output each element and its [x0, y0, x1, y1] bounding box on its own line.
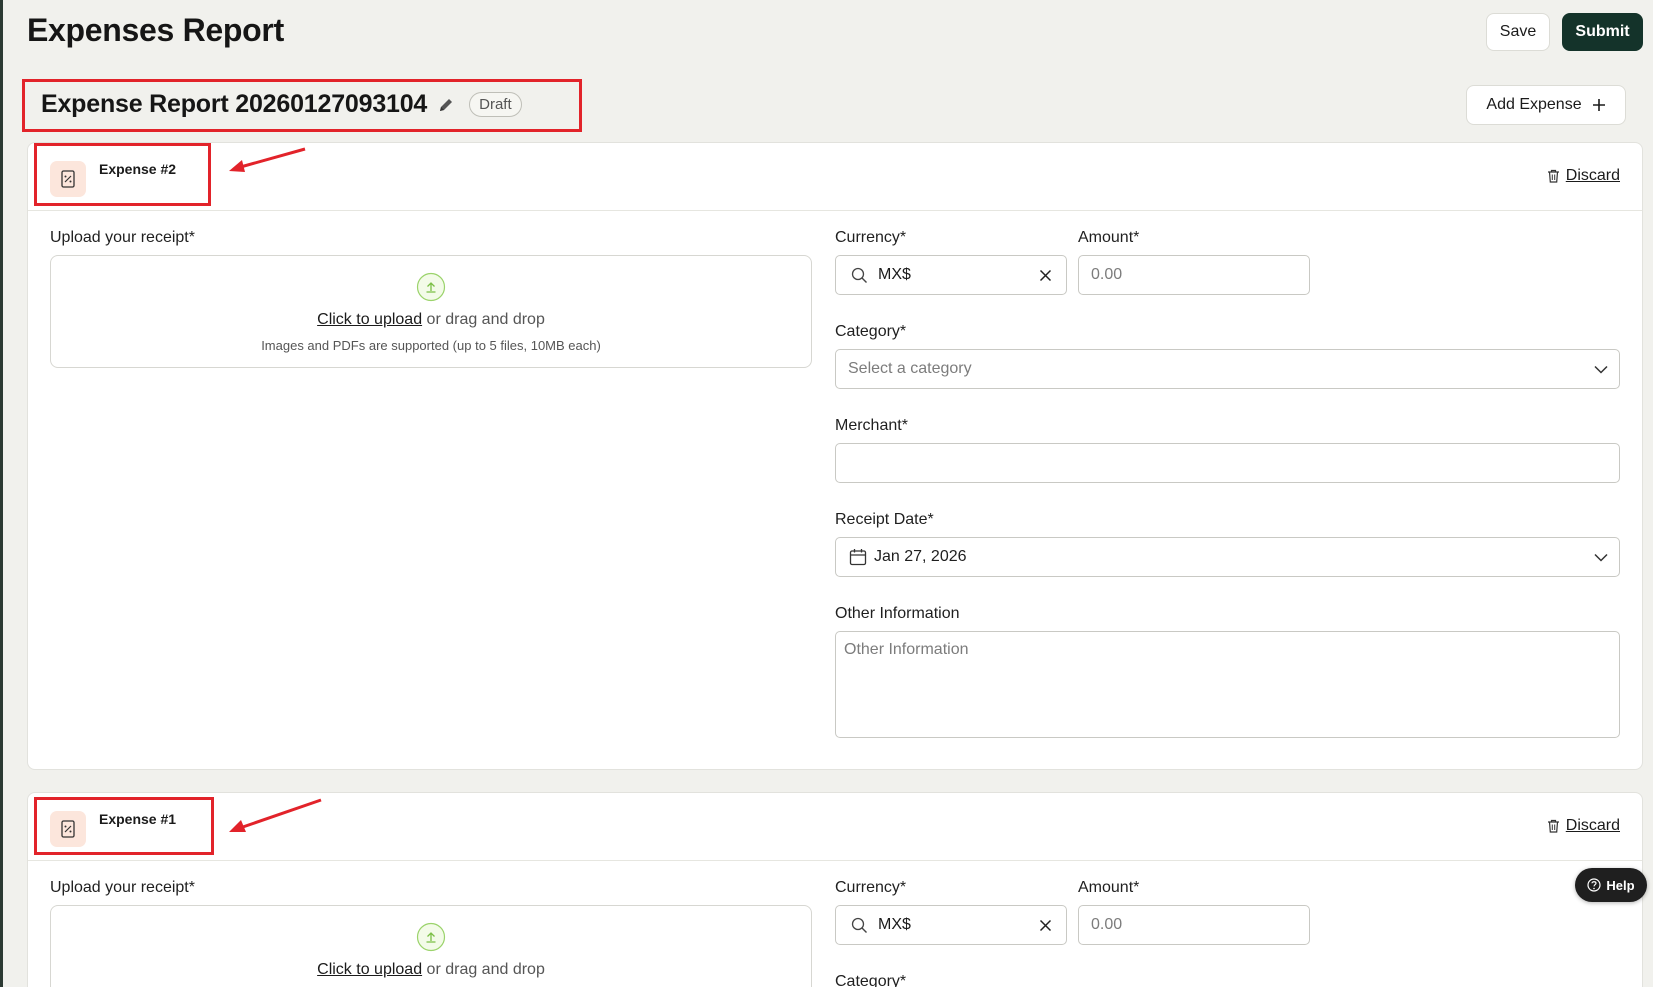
add-expense-button[interactable]: Add Expense	[1466, 85, 1626, 125]
receipt-upload-zone[interactable]: Click to upload or drag and drop Images …	[50, 255, 812, 368]
currency-label: Currency*	[835, 879, 907, 896]
annotation-box-report-title	[22, 79, 582, 132]
upload-icon	[416, 922, 446, 952]
currency-field[interactable]: MX$	[835, 255, 1067, 295]
other-info-textarea[interactable]: Other Information	[835, 631, 1620, 738]
category-label: Category*	[835, 973, 907, 987]
amount-placeholder: 0.00	[1091, 266, 1123, 283]
receipt-label: Upload your receipt*	[50, 879, 195, 896]
upload-hint: Images and PDFs are supported (up to 5 f…	[261, 338, 601, 353]
annotation-arrow-expense-1	[229, 798, 322, 832]
add-expense-label: Add Expense	[1486, 96, 1582, 113]
merchant-label: Merchant*	[835, 417, 908, 434]
currency-label: Currency*	[835, 229, 907, 246]
expense-card-2: Expense #2 Discard Upload your receipt* …	[27, 142, 1643, 770]
merchant-input[interactable]	[835, 443, 1620, 483]
discard-button[interactable]: Discard	[1547, 817, 1620, 835]
annotation-box-expense-1	[34, 797, 214, 855]
category-label: Category*	[835, 323, 907, 340]
click-to-upload-link[interactable]: Click to upload	[317, 311, 422, 328]
search-icon	[851, 267, 867, 283]
discard-label: Discard	[1565, 817, 1620, 834]
receipt-label: Upload your receipt*	[50, 229, 195, 246]
plus-icon	[1592, 99, 1605, 111]
chevron-down-icon	[1594, 365, 1608, 374]
amount-label: Amount*	[1078, 879, 1140, 896]
app-sidebar-edge	[0, 0, 3, 987]
annotation-box-expense-2	[34, 143, 211, 206]
search-icon	[851, 917, 867, 933]
drag-drop-text: or drag and drop	[422, 961, 545, 978]
upload-instruction: Click to upload or drag and drop	[51, 311, 811, 329]
save-button[interactable]: Save	[1486, 13, 1550, 51]
amount-placeholder: 0.00	[1091, 916, 1123, 933]
category-select[interactable]: Select a category	[835, 349, 1620, 389]
discard-label: Discard	[1565, 167, 1620, 184]
currency-field[interactable]: MX$	[835, 905, 1067, 945]
drag-drop-text: or drag and drop	[422, 311, 545, 328]
annotation-arrow-expense-2	[229, 147, 306, 172]
amount-input[interactable]: 0.00	[1078, 255, 1310, 295]
upload-instruction: Click to upload or drag and drop	[51, 961, 811, 979]
calendar-icon	[849, 549, 867, 566]
receipt-upload-zone[interactable]: Click to upload or drag and drop	[50, 905, 812, 987]
other-info-label: Other Information	[835, 605, 960, 622]
discard-button[interactable]: Discard	[1547, 167, 1620, 185]
submit-button[interactable]: Submit	[1562, 13, 1643, 51]
help-button[interactable]: Help	[1575, 868, 1647, 902]
receipt-date-picker[interactable]: Jan 27, 2026	[835, 537, 1620, 577]
other-info-placeholder: Other Information	[844, 641, 969, 658]
amount-input[interactable]: 0.00	[1078, 905, 1310, 945]
help-label: Help	[1606, 877, 1635, 893]
clear-icon[interactable]	[1039, 269, 1052, 282]
clear-icon[interactable]	[1039, 919, 1052, 932]
upload-icon	[416, 272, 446, 302]
trash-icon	[1547, 819, 1559, 833]
receipt-date-value: Jan 27, 2026	[874, 548, 967, 565]
chevron-down-icon	[1594, 553, 1608, 562]
currency-value: MX$	[878, 266, 911, 283]
click-to-upload-link[interactable]: Click to upload	[317, 961, 422, 978]
trash-icon	[1547, 169, 1559, 183]
amount-label: Amount*	[1078, 229, 1140, 246]
currency-value: MX$	[878, 916, 911, 933]
category-placeholder: Select a category	[848, 360, 972, 377]
question-circle-icon	[1587, 878, 1602, 892]
receipt-date-label: Receipt Date*	[835, 511, 934, 528]
page-title: Expenses Report	[27, 12, 284, 48]
